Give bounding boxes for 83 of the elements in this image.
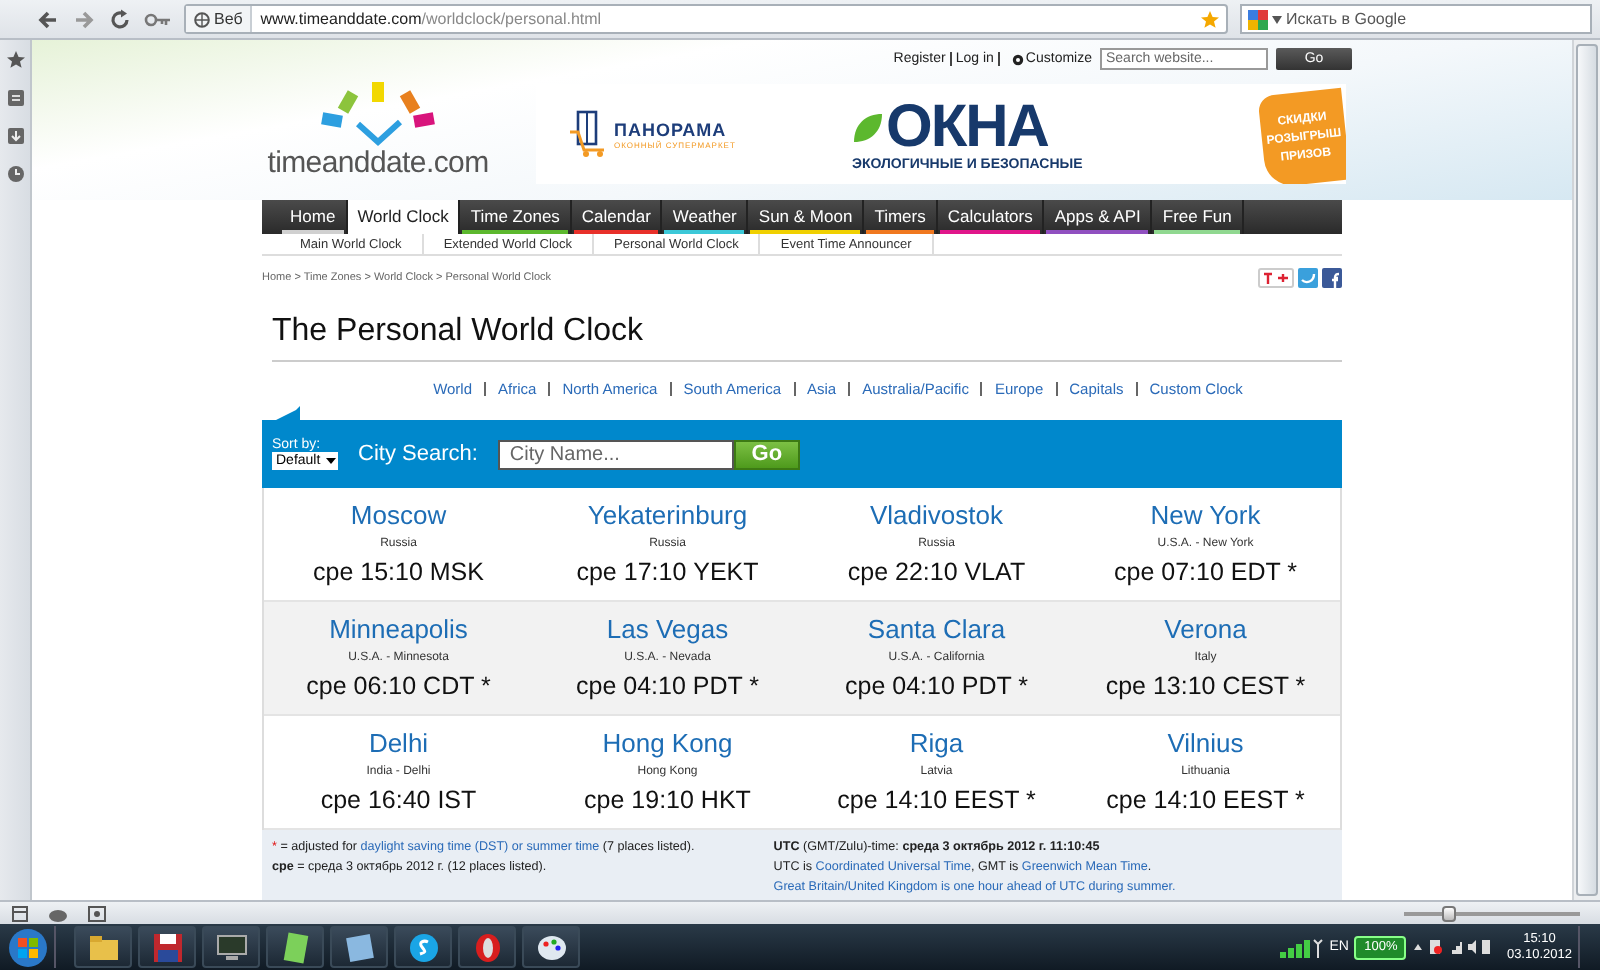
nav-tab[interactable]: Home (280, 200, 348, 234)
city-link[interactable]: Verona (1164, 614, 1247, 644)
city-link[interactable]: Moscow (350, 500, 447, 530)
city-link[interactable]: Las Vegas (606, 614, 729, 644)
image-icon[interactable] (88, 905, 106, 921)
city-time: сре 14:10 EEST * (837, 786, 1036, 814)
city-link[interactable]: New York (1150, 500, 1261, 530)
taskbar-app[interactable] (458, 926, 516, 968)
city-link[interactable]: Vladivostok (870, 500, 1003, 530)
reload-icon[interactable] (108, 7, 132, 31)
window-cart-icon (568, 110, 608, 158)
city-link[interactable]: Santa Clara (867, 614, 1006, 644)
slider-thumb[interactable] (1442, 905, 1456, 921)
ad-headline: ОКНА (886, 97, 1048, 157)
caret-icon (326, 458, 337, 464)
globe-icon (194, 11, 210, 27)
taskbar-app[interactable] (138, 926, 196, 968)
city-time: сре 04:10 PDT * (845, 672, 1028, 700)
tray-icons[interactable] (1412, 938, 1493, 956)
city-link[interactable]: Riga (909, 728, 964, 758)
palette-icon (535, 931, 567, 963)
leaf-icon (852, 111, 884, 143)
city-link[interactable]: Minneapolis (329, 614, 468, 644)
city-link[interactable]: Hong Kong (602, 728, 733, 758)
facebook-icon[interactable] (1322, 268, 1342, 288)
brand-name: ПАНОРАМА (614, 119, 729, 139)
nav-tab[interactable]: Calendar (571, 200, 663, 234)
book-icon (343, 931, 375, 963)
scrollbar[interactable] (1572, 40, 1600, 900)
gear-icon[interactable] (1011, 53, 1024, 65)
url-text: www.timeanddate.com/worldclock/personal.html (260, 10, 604, 28)
city-time: сре 22:10 VLAT (847, 558, 1026, 586)
google-plus-icon[interactable] (1258, 268, 1294, 288)
star-icon[interactable] (1200, 9, 1220, 29)
nav-tab[interactable]: Sun & Moon (748, 200, 865, 234)
notes-icon[interactable] (5, 88, 25, 108)
web-button[interactable]: Веб (186, 6, 253, 32)
nav-tab[interactable]: Time Zones (460, 200, 572, 234)
back-icon[interactable] (36, 7, 60, 31)
city-link[interactable]: Yekaterinburg (587, 500, 748, 530)
download-icon[interactable] (5, 126, 25, 146)
chat-icon (407, 931, 439, 963)
nav-tab[interactable]: World Clock (347, 200, 461, 234)
city-time: сре 17:10 YEKT (576, 558, 759, 586)
page-title: The Personal World Clock (272, 314, 1342, 362)
address-bar[interactable]: Веб www.timeanddate.com/worldclock/personal.html (184, 4, 1228, 34)
browser-icon (471, 931, 503, 963)
star-icon[interactable] (5, 50, 25, 70)
caret-icon (1272, 16, 1282, 24)
folder-icon (87, 931, 119, 963)
city-link[interactable]: Vilnius (1167, 728, 1244, 758)
monitor-icon (215, 931, 247, 963)
history-icon[interactable] (5, 164, 25, 184)
city-time: сре 06:10 CDT * (306, 672, 491, 700)
city-time: сре 13:10 CEST * (1105, 672, 1306, 700)
city-search-field[interactable]: City Name... (497, 439, 734, 469)
city-time: сре 19:10 HKT (584, 786, 751, 814)
taskbar-app[interactable] (74, 926, 132, 968)
taskbar-app[interactable] (394, 926, 452, 968)
start-button[interactable] (8, 927, 48, 967)
search-field[interactable]: Искать в Google (1240, 4, 1592, 34)
taskbar-app[interactable] (330, 926, 388, 968)
city-time: сре 14:10 EEST * (1106, 786, 1305, 814)
panel-icon[interactable] (12, 905, 28, 921)
clock-logo-icon (318, 80, 438, 148)
taskbar-app[interactable] (522, 926, 580, 968)
city-link[interactable]: Delhi (368, 728, 429, 758)
google-icon (1248, 10, 1268, 30)
city-time: сре 04:10 PDT * (576, 672, 759, 700)
taskbar-app[interactable] (266, 926, 324, 968)
notepad-icon (279, 931, 311, 963)
city-time: сре 15:10 MSK (313, 558, 484, 586)
nav-tab[interactable]: Apps & API (1044, 200, 1153, 234)
logo-text[interactable]: timeanddate.com (267, 148, 489, 180)
nav-tab[interactable]: Free Fun (1152, 200, 1244, 234)
city-search-label: City Search: (358, 442, 478, 466)
signal-icon[interactable] (1279, 937, 1324, 957)
nav-tab[interactable]: Timers (864, 200, 938, 234)
nav-tab[interactable]: Weather (662, 200, 749, 234)
city-time: сре 16:40 IST (320, 786, 477, 814)
taskbar-app[interactable] (202, 926, 260, 968)
city-time: сре 07:10 EDT * (1114, 558, 1297, 586)
nav-tab[interactable]: Calculators (937, 200, 1045, 234)
